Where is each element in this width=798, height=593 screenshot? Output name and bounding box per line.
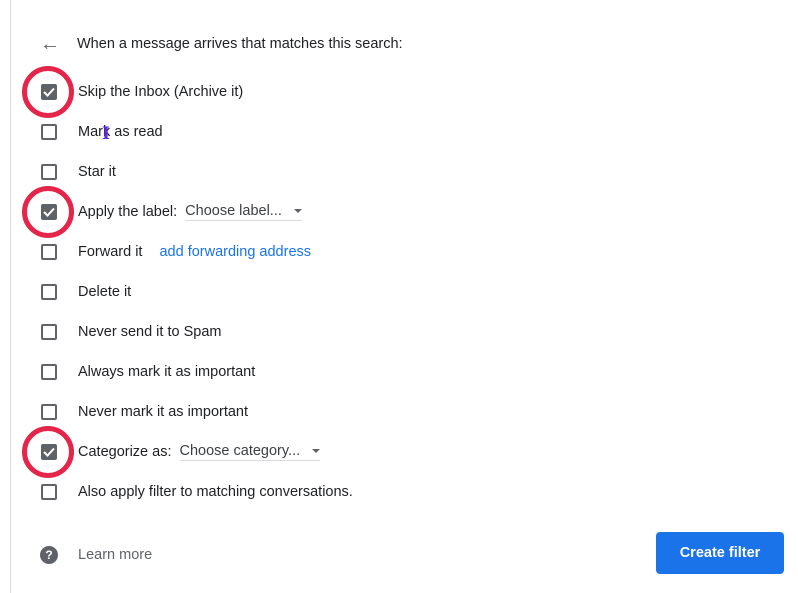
label-select[interactable]: Choose label... [185, 203, 302, 221]
never-spam-checkbox[interactable] [41, 324, 57, 340]
apply-existing-label: Also apply filter to matching conversati… [78, 484, 353, 500]
delete-checkbox[interactable] [41, 284, 57, 300]
never-spam-label: Never send it to Spam [78, 324, 222, 340]
star-checkbox[interactable] [41, 164, 57, 180]
category-select-value: Choose category... [179, 443, 301, 459]
mark-read-checkbox[interactable] [41, 124, 57, 140]
apply-existing-checkbox[interactable] [41, 484, 57, 500]
checkmark-icon [43, 207, 55, 217]
action-apply-existing: Also apply filter to matching conversati… [38, 480, 353, 504]
create-filter-button[interactable]: Create filter [656, 532, 784, 574]
action-forward: Forward it add forwarding address [38, 240, 311, 264]
header-text: When a message arrives that matches this… [77, 36, 403, 52]
action-never-important: Never mark it as important [38, 400, 248, 424]
action-delete: Delete it [38, 280, 131, 304]
never-important-checkbox[interactable] [41, 404, 57, 420]
apply-label-checkbox[interactable] [41, 204, 57, 220]
panel-divider [10, 0, 11, 593]
forward-checkbox[interactable] [41, 244, 57, 260]
category-select[interactable]: Choose category... [179, 443, 321, 461]
action-always-important: Always mark it as important [38, 360, 255, 384]
categorize-checkbox[interactable] [41, 444, 57, 460]
checkmark-icon [43, 87, 55, 97]
skip-inbox-label: Skip the Inbox (Archive it) [78, 84, 244, 100]
action-categorize: Categorize as: Choose category... [38, 440, 321, 464]
checkmark-icon [43, 447, 55, 457]
dropdown-arrow-icon [312, 449, 321, 453]
action-never-spam: Never send it to Spam [38, 320, 221, 344]
apply-label-label: Apply the label: [78, 204, 178, 220]
categorize-label: Categorize as: [78, 444, 172, 460]
forward-label: Forward it [78, 244, 143, 260]
skip-inbox-checkbox[interactable] [41, 84, 57, 100]
action-skip-inbox: Skip the Inbox (Archive it) [38, 80, 243, 104]
never-important-label: Never mark it as important [78, 404, 249, 420]
footer: ? Learn more [38, 543, 152, 567]
delete-label: Delete it [78, 284, 132, 300]
arrow-back-icon[interactable]: ← [38, 32, 62, 56]
label-select-value: Choose label... [185, 203, 282, 219]
filter-header: ← When a message arrives that matches th… [38, 32, 403, 56]
learn-more-link[interactable]: Learn more [78, 547, 152, 563]
dropdown-arrow-icon [293, 209, 302, 213]
always-important-label: Always mark it as important [78, 364, 256, 380]
mark-read-label: Mark as read [78, 124, 163, 140]
action-mark-read: Mark as read [38, 120, 163, 144]
always-important-checkbox[interactable] [41, 364, 57, 380]
help-circle-icon[interactable]: ? [40, 546, 58, 564]
action-apply-label: Apply the label: Choose label... [38, 200, 302, 224]
add-forwarding-address-link[interactable]: add forwarding address [159, 244, 311, 260]
action-star: Star it [38, 160, 116, 184]
star-label: Star it [78, 164, 116, 180]
text-cursor-icon: I [102, 124, 110, 144]
